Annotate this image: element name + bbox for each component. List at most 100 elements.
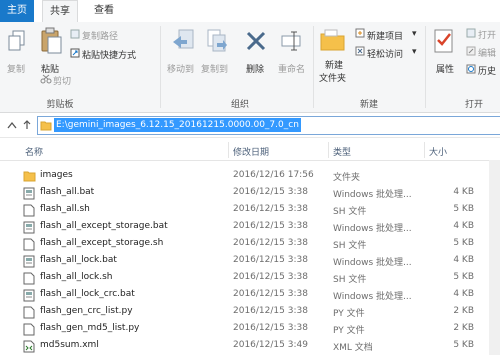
column-size[interactable]: 大小 xyxy=(429,145,447,158)
file-name: flash_all.sh xyxy=(40,204,90,214)
move-to-button[interactable]: 移动到 xyxy=(167,62,194,75)
new-folder-button-line1[interactable]: 新建 xyxy=(325,58,343,71)
table-row[interactable]: flash_all.sh 2016/12/15 3:38 SH 文件 5 KB xyxy=(0,202,500,219)
new-item-button[interactable]: 新建项目 xyxy=(367,29,403,42)
file-icon xyxy=(23,323,35,336)
file-icon xyxy=(23,272,35,285)
copy-icon[interactable] xyxy=(8,30,26,52)
tab-share[interactable]: 共享 xyxy=(42,0,78,24)
file-size: 4 KB xyxy=(453,255,474,265)
cut-button[interactable]: 剪切 xyxy=(53,74,71,87)
bat-file-icon xyxy=(23,187,35,200)
delete-button[interactable]: 删除 xyxy=(246,62,264,75)
folder-icon xyxy=(40,121,52,131)
paste-shortcut-button[interactable]: 粘贴快捷方式 xyxy=(82,48,136,61)
vertical-scrollbar[interactable] xyxy=(489,160,500,355)
file-name: md5sum.xml xyxy=(40,340,99,350)
bat-file-icon xyxy=(23,221,35,234)
chevron-up-icon[interactable] xyxy=(7,121,17,129)
file-icon xyxy=(23,238,35,251)
table-row[interactable]: md5sum.xml 2016/12/15 3:49 XML 文档 5 KB xyxy=(0,338,500,355)
address-input[interactable]: E:\gemini_images_6.12.15_20161215.0000.0… xyxy=(37,116,500,135)
ribbon: 复制 粘贴 复制路径 粘贴快捷方式 剪切 剪贴板 移动到 复制到 删除 重命名 … xyxy=(0,22,500,113)
ribbon-divider xyxy=(425,26,426,108)
file-size: 4 KB xyxy=(453,187,474,197)
chevron-down-icon[interactable]: ▾ xyxy=(412,29,417,39)
edit-button[interactable]: 编辑 xyxy=(478,46,496,59)
history-icon xyxy=(466,64,476,74)
copy-button[interactable]: 复制 xyxy=(7,62,25,75)
column-name[interactable]: 名称 xyxy=(25,145,43,158)
easy-access-icon xyxy=(355,46,365,56)
file-name: images xyxy=(40,170,73,180)
open-item-icon xyxy=(466,28,476,38)
file-size: 4 KB xyxy=(453,221,474,231)
file-size: 2 KB xyxy=(453,323,474,333)
address-path[interactable]: E:\gemini_images_6.12.15_20161215.0000.0… xyxy=(54,118,301,132)
paste-icon[interactable] xyxy=(40,27,62,55)
xml-file-icon xyxy=(23,340,35,353)
new-folder-icon[interactable] xyxy=(320,28,346,52)
table-row[interactable]: flash_all_lock.bat 2016/12/15 3:38 Windo… xyxy=(0,253,500,270)
easy-access-button[interactable]: 轻松访问 xyxy=(367,47,403,60)
table-row[interactable]: flash_all_lock.sh 2016/12/15 3:38 SH 文件 … xyxy=(0,270,500,287)
rename-button[interactable]: 重命名 xyxy=(278,62,305,75)
file-date: 2016/12/15 3:38 xyxy=(233,187,308,197)
file-name: flash_all_lock.sh xyxy=(40,272,113,282)
file-date: 2016/12/15 3:38 xyxy=(233,238,308,248)
copy-to-icon[interactable] xyxy=(205,28,229,54)
tab-file[interactable]: 主页 xyxy=(0,0,34,22)
file-size: 5 KB xyxy=(453,238,474,248)
file-date: 2016/12/15 3:38 xyxy=(233,323,308,333)
file-size: 4 KB xyxy=(453,289,474,299)
ribbon-divider xyxy=(160,26,161,108)
properties-icon[interactable] xyxy=(433,28,455,54)
folder-icon xyxy=(23,171,36,182)
move-to-icon[interactable] xyxy=(171,28,195,54)
paste-shortcut-icon xyxy=(70,48,80,58)
bat-file-icon xyxy=(23,255,35,268)
file-size: 2 KB xyxy=(453,306,474,316)
file-size: 5 KB xyxy=(453,204,474,214)
file-name: flash_gen_crc_list.py xyxy=(40,306,133,316)
table-row[interactable]: flash_gen_crc_list.py 2016/12/15 3:38 PY… xyxy=(0,304,500,321)
file-name: flash_all_except_storage.bat xyxy=(40,221,168,231)
new-folder-button-line2[interactable]: 文件夹 xyxy=(319,71,346,84)
table-row[interactable]: flash_all_except_storage.sh 2016/12/15 3… xyxy=(0,236,500,253)
table-row[interactable]: flash_all.bat 2016/12/15 3:38 Windows 批处… xyxy=(0,185,500,202)
open-item-button[interactable]: 打开 xyxy=(478,28,496,41)
rename-icon[interactable] xyxy=(280,30,304,52)
table-row[interactable]: images 2016/12/16 17:56 文件夹 xyxy=(0,168,500,185)
new-item-icon xyxy=(355,28,365,38)
file-size: 5 KB xyxy=(453,340,474,350)
copy-path-button[interactable]: 复制路径 xyxy=(82,29,118,42)
file-type: 文件夹 xyxy=(333,173,361,183)
properties-button[interactable]: 属性 xyxy=(436,62,454,75)
file-type: XML 文档 xyxy=(333,343,373,353)
table-row[interactable]: flash_gen_md5_list.py 2016/12/15 3:38 PY… xyxy=(0,321,500,338)
column-date[interactable]: 修改日期 xyxy=(233,145,269,158)
arrow-up-icon[interactable] xyxy=(23,120,31,130)
file-name: flash_all_lock_crc.bat xyxy=(40,289,135,299)
column-divider[interactable] xyxy=(424,142,425,158)
file-type: PY 文件 xyxy=(333,309,365,319)
edit-icon xyxy=(466,46,476,56)
delete-icon[interactable] xyxy=(245,30,267,52)
table-row[interactable]: flash_all_lock_crc.bat 2016/12/15 3:38 W… xyxy=(0,287,500,304)
clipboard-group-label: 剪贴板 xyxy=(46,100,74,110)
new-group-label: 新建 xyxy=(359,100,378,110)
tab-view[interactable]: 查看 xyxy=(87,0,121,22)
chevron-down-icon[interactable]: ▾ xyxy=(412,47,417,57)
column-header: 名称 修改日期 类型 大小 xyxy=(0,140,500,161)
copy-to-button[interactable]: 复制到 xyxy=(201,62,228,75)
history-button[interactable]: 历史 xyxy=(478,64,496,77)
file-type: PY 文件 xyxy=(333,326,365,336)
column-divider[interactable] xyxy=(328,142,329,158)
file-date: 2016/12/15 3:38 xyxy=(233,204,308,214)
column-type[interactable]: 类型 xyxy=(333,145,351,158)
table-row[interactable]: flash_all_except_storage.bat 2016/12/15 … xyxy=(0,219,500,236)
bat-file-icon xyxy=(23,289,35,302)
file-icon xyxy=(23,204,35,217)
column-divider[interactable] xyxy=(228,142,229,158)
file-date: 2016/12/15 3:38 xyxy=(233,221,308,231)
